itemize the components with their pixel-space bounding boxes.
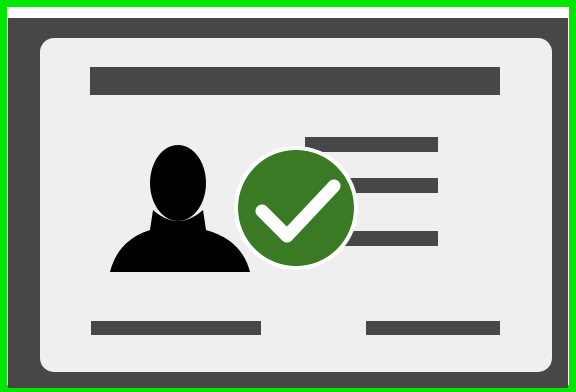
checkmark-badge-icon xyxy=(234,146,358,270)
verified-id-card-icon xyxy=(0,0,576,392)
card-footer-line-right xyxy=(366,321,500,335)
verified-id-card-graphic xyxy=(0,0,576,392)
card-heading-line xyxy=(90,67,500,95)
card-footer-line-left xyxy=(91,321,261,335)
card-text-line-1 xyxy=(305,137,438,152)
